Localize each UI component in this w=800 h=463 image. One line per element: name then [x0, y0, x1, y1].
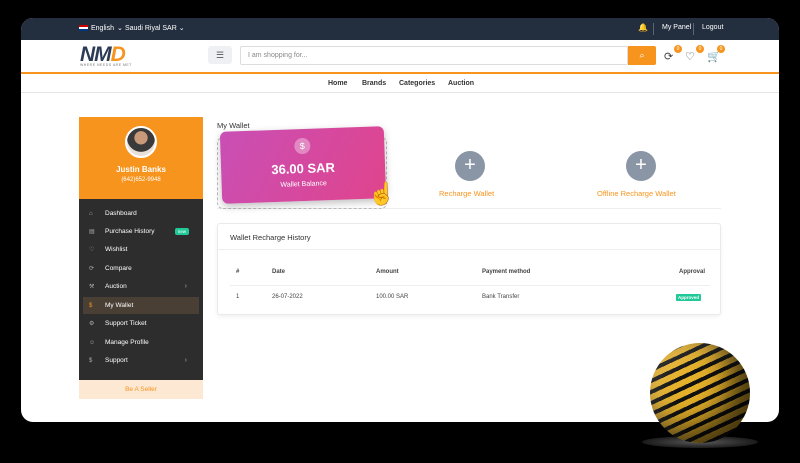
- page-title: My Wallet: [217, 121, 250, 130]
- avatar: [125, 126, 157, 158]
- account-sidebar: Justin Banks (642)652-9948 ⌂ Dashboard ▤…: [79, 117, 203, 399]
- sidebar-item-label: Purchase History: [105, 228, 155, 235]
- dollar-icon: $: [89, 357, 93, 364]
- sidebar-item-manage-profile[interactable]: ☺ Manage Profile: [83, 334, 199, 351]
- wallet-recharge-history: Wallet Recharge History # Date Amount Pa…: [217, 223, 722, 315]
- divider: [218, 249, 722, 250]
- currency-label: Saudi Riyal SAR: [125, 25, 177, 32]
- heart-icon[interactable]: ♡: [685, 50, 695, 63]
- table-cell: 1: [236, 294, 240, 300]
- table-cell: Bank Transfer: [482, 294, 520, 300]
- sidebar-item-label: Support Ticket: [105, 320, 147, 327]
- column-header: #: [236, 269, 240, 275]
- compare-badge: 0: [674, 45, 682, 53]
- gavel-icon: ⚒: [89, 284, 95, 290]
- table-cell: 100.00 SAR: [376, 294, 409, 300]
- logo-tagline: WHERE NEEDS ARE MET: [80, 63, 132, 67]
- recharge-wallet-label[interactable]: Recharge Wallet: [439, 189, 494, 198]
- my-panel-link[interactable]: My Panel: [662, 24, 691, 31]
- sidebar-item-label: My Wallet: [105, 302, 134, 309]
- wallet-amount: 36.00 SAR: [271, 159, 336, 178]
- divider: [693, 23, 694, 35]
- status-badge: Approved: [676, 294, 702, 301]
- history-title: Wallet Recharge History: [230, 233, 311, 242]
- home-icon: ⌂: [89, 210, 93, 217]
- sidebar-item-label: Manage Profile: [105, 339, 149, 346]
- search-button[interactable]: ⌕: [628, 46, 656, 65]
- sidebar-item-my-wallet[interactable]: $ My Wallet: [83, 297, 199, 314]
- sidebar-item-label: Support: [105, 357, 128, 364]
- sidebar-item-wishlist[interactable]: ♡ Wishlist: [83, 241, 199, 258]
- sidebar-item-label: Dashboard: [105, 210, 137, 217]
- new-badge: new: [174, 228, 189, 235]
- sidebar-item-label: Wishlist: [105, 246, 128, 253]
- top-bar: English ⌄ Saudi Riyal SAR ⌄ 🔔 My Panel L…: [21, 18, 779, 40]
- menu-icon: ☰: [215, 50, 225, 60]
- sidebar-item-support-ticket[interactable]: ⚙ Support Ticket: [83, 315, 199, 332]
- logo[interactable]: NMD WHERE NEEDS ARE MET: [80, 43, 160, 69]
- user-phone: (642)652-9948: [121, 177, 161, 183]
- offline-recharge-button[interactable]: +: [626, 151, 656, 181]
- compare-icon[interactable]: ⟳: [664, 50, 673, 63]
- bell-icon[interactable]: 🔔: [638, 23, 648, 32]
- chevron-right-icon: ›: [184, 357, 187, 364]
- sidebar-item-auction[interactable]: ⚒ Auction ›: [83, 278, 199, 295]
- refresh-icon: ⟳: [89, 266, 95, 272]
- nav-auction[interactable]: Auction: [448, 80, 474, 87]
- uk-flag-icon: [79, 25, 88, 31]
- column-header: Payment method: [482, 269, 531, 275]
- column-header: Date: [272, 269, 286, 275]
- offline-recharge-label[interactable]: Offline Recharge Wallet: [597, 189, 676, 198]
- sidebar-item-purchase-history[interactable]: ▤ Purchase History new: [83, 223, 199, 240]
- sidebar-item-dashboard[interactable]: ⌂ Dashboard: [83, 205, 199, 222]
- nav-home[interactable]: Home: [328, 80, 347, 87]
- divider: [653, 23, 654, 35]
- be-a-seller-button[interactable]: Be A Seller: [79, 380, 203, 399]
- language-label: English: [91, 24, 114, 32]
- main-nav: Home Brands Categories Auction: [21, 74, 779, 93]
- dollar-icon: $: [294, 137, 311, 155]
- plus-icon: +: [464, 154, 476, 176]
- sidebar-item-compare[interactable]: ⟳ Compare: [83, 260, 199, 277]
- user-name: Justin Banks: [116, 165, 166, 174]
- wishlist-badge: 0: [696, 45, 704, 53]
- plus-icon: +: [635, 154, 647, 176]
- dollar-icon: $: [89, 302, 93, 309]
- decorative-sphere: [650, 343, 750, 443]
- sidebar-item-label: Auction: [105, 283, 127, 290]
- sidebar-item-support[interactable]: $ Support ›: [83, 352, 199, 369]
- nav-categories[interactable]: Categories: [399, 80, 435, 87]
- column-header: Approval: [679, 269, 706, 275]
- logout-link[interactable]: Logout: [702, 24, 723, 31]
- header: NMD WHERE NEEDS ARE MET ☰ I am shopping …: [21, 40, 779, 72]
- search-icon: ⌕: [639, 50, 645, 60]
- divider: [230, 285, 710, 286]
- column-header: Amount: [376, 269, 399, 275]
- chevron-down-icon: ⌄: [178, 25, 185, 32]
- cart-badge: 0: [717, 45, 725, 53]
- wallet-balance-label: Wallet Balance: [280, 180, 328, 189]
- nav-brands[interactable]: Brands: [362, 80, 386, 87]
- currency-selector[interactable]: Saudi Riyal SAR ⌄: [125, 24, 185, 32]
- wallet-balance-card: $ 36.00 SAR Wallet Balance: [219, 126, 387, 204]
- recharge-wallet-button[interactable]: +: [455, 151, 485, 181]
- file-icon: ▤: [89, 229, 95, 235]
- user-icon: ☺: [89, 339, 96, 346]
- profile-card: Justin Banks (642)652-9948: [79, 117, 203, 199]
- language-selector[interactable]: English ⌄: [79, 24, 123, 32]
- table-cell: 26-07-2022: [272, 294, 303, 300]
- search-input[interactable]: I am shopping for...: [240, 46, 628, 65]
- heart-icon: ♡: [89, 247, 95, 253]
- sidebar-item-label: Compare: [105, 265, 132, 272]
- ticket-icon: ⚙: [89, 321, 95, 327]
- pointer-hand-icon: ☝: [368, 181, 396, 206]
- chevron-down-icon: ⌄: [116, 25, 123, 32]
- category-menu-button[interactable]: ☰: [208, 46, 232, 64]
- chevron-right-icon: ›: [184, 283, 187, 290]
